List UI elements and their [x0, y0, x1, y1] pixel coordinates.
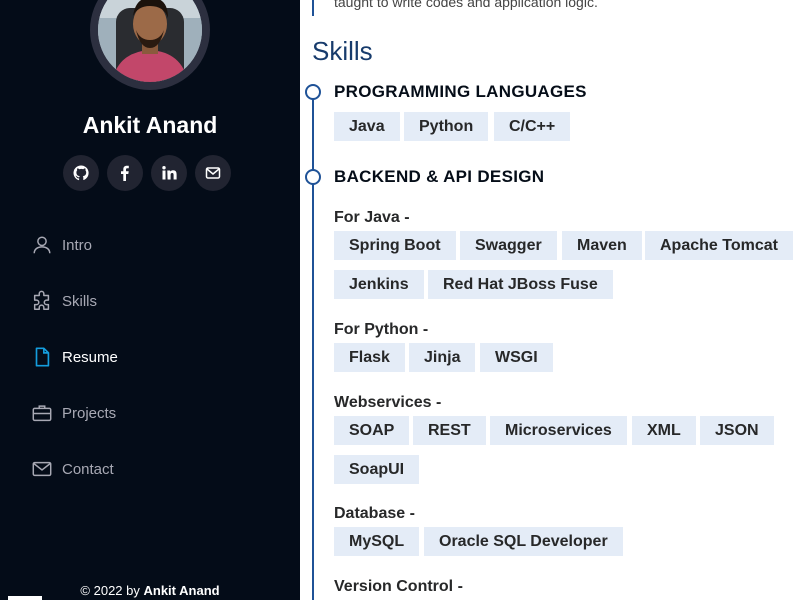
- group-label-java: For Java -: [334, 209, 410, 226]
- profile-photo: [98, 0, 202, 82]
- skill-tag: XML: [632, 416, 696, 445]
- skill-tag: Spring Boot: [334, 231, 456, 260]
- skill-tag: Jinja: [409, 343, 476, 372]
- category-programming-languages: PROGRAMMING LANGUAGES: [334, 82, 587, 101]
- avatar: [90, 0, 210, 90]
- envelope-icon: [30, 457, 54, 481]
- nav-label-resume: Resume: [62, 348, 118, 366]
- nav-label-projects: Projects: [62, 404, 117, 422]
- main-content: taught to write codes and application lo…: [300, 0, 800, 600]
- skill-tag: Java: [334, 112, 400, 141]
- briefcase-icon: [30, 401, 54, 425]
- puzzle-icon: [30, 289, 54, 313]
- github-icon: [73, 165, 89, 181]
- facebook-link[interactable]: [107, 155, 143, 191]
- facebook-icon: [121, 165, 129, 181]
- nav-label-intro: Intro: [62, 236, 93, 254]
- group-label-database: Database -: [334, 505, 415, 522]
- nav-item-intro[interactable]: Intro: [30, 229, 270, 261]
- intro-text-tail: taught to write codes and application lo…: [334, 0, 598, 10]
- document-icon: [30, 345, 54, 369]
- intro-timeline-line: [312, 0, 314, 16]
- section-title-skills: Skills: [312, 36, 373, 66]
- footer-name: Ankit Anand: [143, 583, 220, 598]
- skill-tag: Flask: [334, 343, 405, 372]
- nav-item-contact[interactable]: Contact: [30, 453, 270, 485]
- category-backend-api-design: BACKEND & API DESIGN: [334, 167, 545, 186]
- skill-tag: WSGI: [480, 343, 553, 372]
- skill-tag: MySQL: [334, 527, 420, 556]
- skill-tag: Oracle SQL Developer: [424, 527, 623, 556]
- timeline-dot: [305, 169, 321, 185]
- skill-tag: Apache Tomcat: [645, 231, 793, 260]
- skill-tag: Red Hat JBoss Fuse: [428, 270, 613, 299]
- skill-tag: Jenkins: [334, 270, 424, 299]
- nav-label-skills: Skills: [62, 292, 98, 310]
- profile-name: Ankit Anand: [82, 112, 218, 138]
- nav-label-contact: Contact: [62, 460, 114, 478]
- skill-tag: Python: [404, 112, 489, 141]
- skill-tag: Swagger: [460, 231, 557, 260]
- mail-icon: [205, 167, 221, 179]
- skill-tag: SOAP: [334, 416, 410, 445]
- skill-tag: JSON: [700, 416, 774, 445]
- nav-item-projects[interactable]: Projects: [30, 397, 270, 429]
- skill-tag: Maven: [562, 231, 642, 260]
- group-label-python: For Python -: [334, 321, 429, 338]
- github-link[interactable]: [63, 155, 99, 191]
- social-links: [63, 155, 231, 191]
- group-label-webservices: Webservices -: [334, 394, 442, 411]
- group-label-version-control: Version Control -: [334, 578, 463, 595]
- nav-item-skills[interactable]: Skills: [30, 285, 270, 317]
- footer-prefix: © 2022 by: [80, 583, 140, 598]
- skill-tag: REST: [413, 416, 486, 445]
- linkedin-icon: [162, 166, 177, 180]
- linkedin-link[interactable]: [151, 155, 187, 191]
- footer-badge[interactable]: [8, 596, 42, 600]
- nav-item-resume[interactable]: Resume: [30, 341, 270, 373]
- skill-tag: Microservices: [490, 416, 627, 445]
- skill-tag: C/C++: [494, 112, 571, 141]
- footer-copyright: © 2022 by Ankit Anand: [0, 583, 300, 598]
- person-icon: [30, 233, 54, 257]
- sidebar: Ankit Anand Intro Skills Resume Projects…: [0, 0, 300, 600]
- mail-link[interactable]: [195, 155, 231, 191]
- skill-tag: SoapUI: [334, 455, 420, 484]
- timeline-dot: [305, 84, 321, 100]
